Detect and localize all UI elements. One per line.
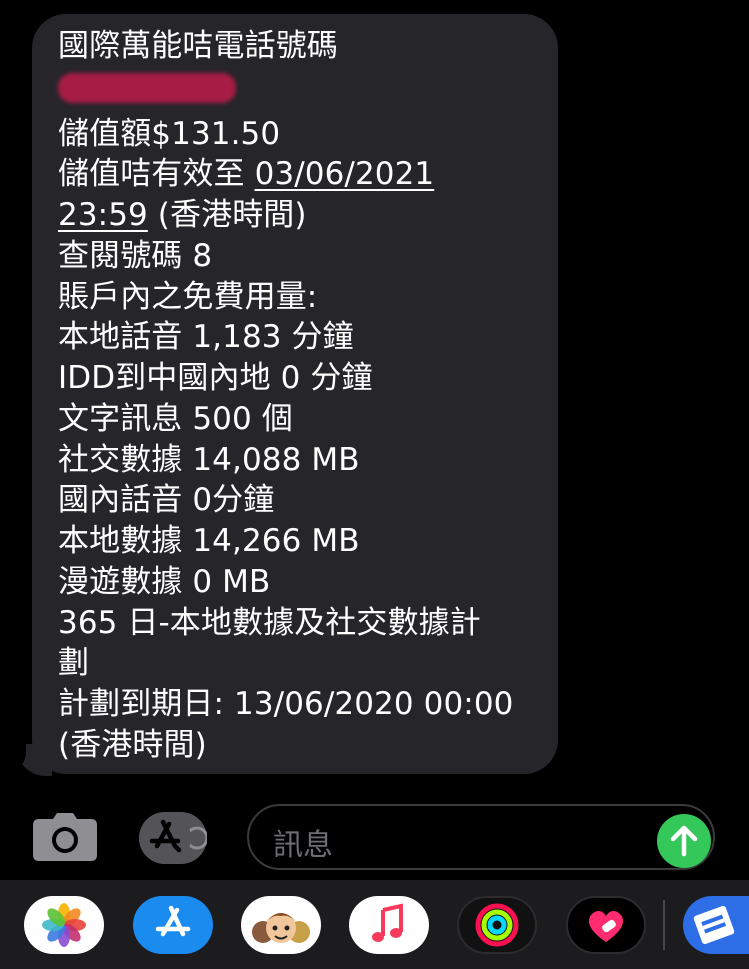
message-line: 國際萬能咭電話號碼 (58, 28, 338, 64)
message-line: 國內話音 0分鐘 (58, 482, 275, 519)
message-line: 賬戶內之免費用量: (58, 278, 318, 315)
redacted-phone-number (58, 67, 538, 114)
photos-icon[interactable] (24, 896, 104, 954)
expiry-date-link[interactable]: 03/06/2021 (255, 156, 435, 192)
message-text: 國際萬能咭電話號碼 儲值額$131.50 儲值咭有效至 03/06/2021 2… (58, 26, 538, 766)
message-line: 23:59 (香港時間) (58, 195, 538, 236)
dock-divider (663, 900, 665, 950)
message-line: 本地數據 14,266 MB (58, 523, 360, 559)
send-arrow-up-icon (670, 825, 698, 857)
message-line: 查閱號碼 8 (58, 237, 213, 274)
message-line: IDD到中國內地 0 分鐘 (58, 360, 373, 396)
compose-bar: 訊息 (0, 800, 749, 878)
camera-icon[interactable] (33, 813, 97, 861)
message-input[interactable]: 訊息 (247, 804, 715, 870)
message-text-segment: 儲值咭有效至 (58, 156, 255, 193)
app-drawer (0, 880, 749, 969)
message-line: 儲值咭有效至 03/06/2021 (58, 154, 538, 195)
message-line: 365 日-本地數據及社交數據計 (58, 604, 481, 641)
message-line: 劃 (58, 645, 90, 682)
message-line: 本地話音 1,183 分鐘 (58, 319, 354, 356)
activity-icon[interactable] (457, 896, 537, 954)
send-button[interactable] (657, 814, 711, 868)
memoji-icon[interactable] (241, 896, 321, 954)
message-line: 社交數據 14,088 MB (58, 441, 360, 478)
message-line: (香港時間) (58, 726, 207, 763)
expiry-time-link[interactable]: 23:59 (58, 197, 148, 233)
message-text-segment: (香港時間) (147, 197, 307, 233)
message-input-placeholder: 訊息 (273, 828, 333, 863)
bubble-tail-mask (2, 738, 26, 774)
message-line: 儲值額$131.50 (58, 115, 281, 152)
heart-digital-touch-icon[interactable] (566, 896, 646, 954)
message-line: 計劃到期日: 13/06/2020 00:00 (58, 686, 514, 722)
app-store-icon[interactable] (133, 896, 213, 954)
scanner-icon[interactable] (683, 896, 749, 954)
music-icon[interactable] (349, 896, 429, 954)
message-line: 漫遊數據 0 MB (58, 563, 271, 600)
message-line: 文字訊息 500 個 (58, 400, 293, 437)
app-store-icon[interactable] (139, 812, 207, 864)
